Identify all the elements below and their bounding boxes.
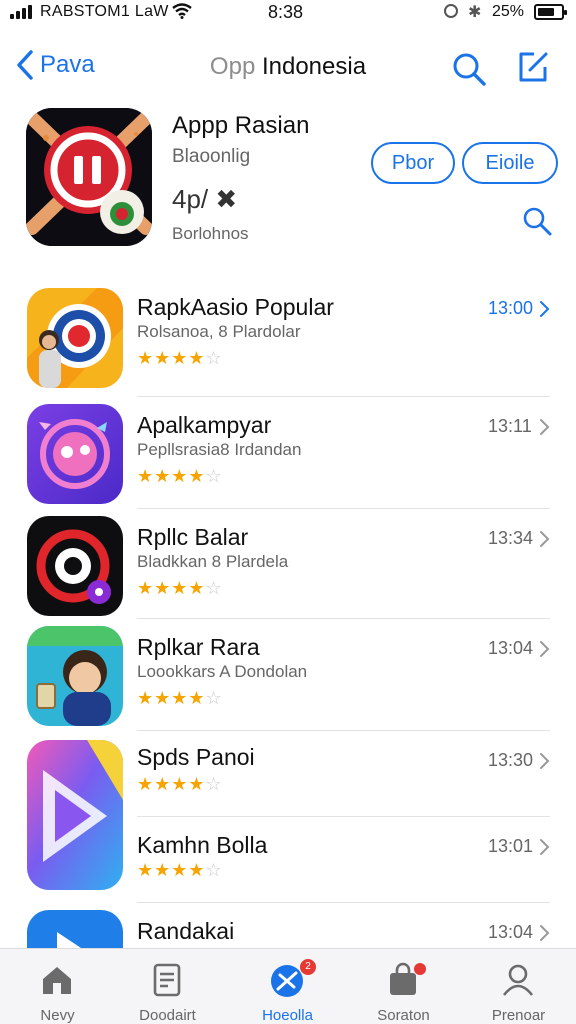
signal-icon	[10, 5, 36, 19]
app-time: 13:11	[488, 416, 532, 436]
bluetooth-icon: ✱	[468, 4, 482, 21]
app-time: 13:00	[488, 298, 534, 318]
app-name: Rplkar Rara	[137, 634, 260, 660]
tab-store[interactable]: Soraton	[346, 949, 461, 1024]
featured-app-subtitle: Blaoonlig	[172, 146, 251, 167]
tab-bar: Nevy Doodairt 2 Hoeolla Soraton Prenoar	[0, 948, 576, 1024]
divider	[137, 396, 550, 397]
carrier-name: RABSTOM1 LaW	[40, 3, 169, 20]
chevron-right-icon	[540, 753, 550, 769]
location-icon	[444, 4, 458, 18]
tab-label: Soraton	[377, 1007, 430, 1024]
home-icon	[43, 967, 71, 994]
compose-icon[interactable]	[514, 48, 552, 86]
document-icon	[153, 963, 181, 997]
tab-apps[interactable]: 2 Hoeolla	[230, 949, 345, 1024]
chevron-right-icon	[540, 641, 550, 657]
battery-percent: 25%	[492, 3, 525, 20]
divider	[137, 618, 550, 619]
battery-icon	[534, 4, 567, 20]
app-time: 13:30	[488, 750, 534, 770]
app-time: 13:04	[488, 638, 534, 658]
featured-app-name: Appp Rasian	[172, 112, 310, 139]
person-icon	[502, 964, 534, 996]
featured-app[interactable]: Appp Rasian Blaoonlig 4p/ ✖ Borlohnos Pb…	[0, 106, 576, 256]
tab-new[interactable]: Nevy	[0, 949, 115, 1024]
status-time: 8:38	[268, 2, 304, 22]
tab-document[interactable]: Doodairt	[110, 949, 225, 1024]
tab-label: Prenoar	[491, 1007, 546, 1024]
notification-badge: 2	[300, 959, 316, 975]
tab-label: Doodairt	[139, 1007, 196, 1024]
app-icon	[27, 404, 123, 504]
star-rating: ★★★★☆	[137, 688, 223, 708]
app-icon	[27, 288, 123, 388]
page-title-main: Indonesia	[261, 53, 367, 80]
star-rating: ★★★★☆	[137, 578, 223, 598]
notification-dot	[414, 963, 426, 975]
featured-app-price: 4p/ ✖	[172, 184, 238, 214]
star-rating: ★★★★☆	[137, 348, 223, 368]
app-name: Randakai	[137, 918, 235, 944]
navigation-bar: Pava Opp Indonesia	[0, 26, 576, 106]
star-rating: ★★★★☆	[137, 466, 223, 486]
tab-label: Hoeolla	[262, 1007, 313, 1024]
app-name: RapkAasio Popular	[137, 294, 334, 320]
app-subtitle: Rolsanoa, 8 Plardolar	[137, 322, 301, 341]
app-icon	[27, 516, 123, 616]
divider	[137, 508, 550, 509]
chevron-right-icon	[540, 301, 550, 317]
featured-app-icon	[26, 108, 152, 246]
app-icon	[27, 740, 123, 890]
search-icon[interactable]	[450, 50, 488, 88]
tab-profile[interactable]: Prenoar	[461, 949, 576, 1024]
featured-secondary-button[interactable]: Eioile	[462, 142, 558, 184]
featured-primary-button[interactable]: Pbor	[371, 142, 455, 184]
app-subtitle: Pepllsrasia8 Irdandan	[137, 440, 302, 459]
app-time: 13:34	[488, 528, 534, 548]
tab-label: Nevy	[40, 1007, 75, 1024]
page-title-prefix: Opp	[209, 53, 256, 80]
status-bar: RABSTOM1 LaW 8:38 ✱ 25%	[0, 0, 576, 26]
featured-app-developer: Borlohnos	[172, 224, 249, 243]
chevron-right-icon	[540, 925, 550, 941]
app-time: 13:04	[488, 922, 534, 942]
app-subtitle: Bladkkan 8 Plardela	[137, 552, 289, 571]
star-rating: ★★★★☆	[137, 860, 223, 880]
chevron-right-icon	[540, 419, 550, 435]
divider	[137, 730, 550, 731]
wifi-icon	[172, 3, 192, 19]
divider	[137, 816, 550, 817]
app-name: Kamhn Bolla	[137, 832, 268, 858]
app-name: Rpllc Balar	[137, 524, 249, 550]
app-subtitle: Loookkars A Dondolan	[137, 662, 308, 681]
app-time: 13:01	[488, 836, 534, 856]
divider	[137, 902, 550, 903]
chevron-right-icon	[540, 839, 550, 855]
app-icon	[27, 626, 123, 726]
app-name: Apalkampyar	[137, 412, 272, 438]
star-rating: ★★★★☆	[137, 774, 223, 794]
page-title: Opp Indonesia	[0, 53, 576, 81]
chevron-right-icon	[540, 531, 550, 547]
search-icon[interactable]	[520, 204, 554, 238]
app-name: Spds Panoi	[137, 744, 255, 770]
